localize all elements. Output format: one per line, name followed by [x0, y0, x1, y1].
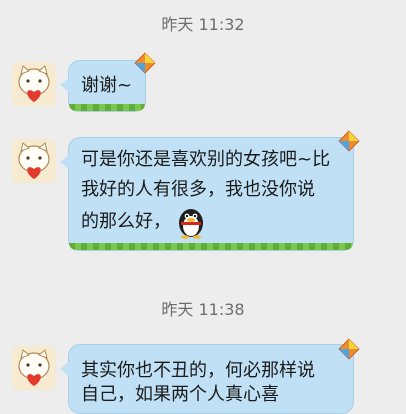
message-text-line: 其实你也不丑的，何必那样说: [81, 360, 315, 381]
message-text-line: 可是你还是喜欢别的女孩吧~比: [81, 149, 331, 170]
message-text-line: 自己，如果两个人真心喜: [81, 384, 279, 405]
message-bubble[interactable]: 可是你还是喜欢别的女孩吧~比 我好的人有很多，我也没你说 的那么好，: [60, 137, 354, 251]
avatar[interactable]: [12, 346, 56, 390]
kite-icon: [134, 52, 156, 74]
avatar[interactable]: [12, 62, 56, 106]
grass-decoration: [69, 243, 353, 250]
cat-avatar-icon: [18, 142, 50, 179]
message-timestamp: 昨天 11:38: [161, 300, 245, 319]
cat-avatar-icon: [18, 349, 50, 386]
grass-decoration: [69, 104, 145, 111]
message-text: 谢谢~: [81, 75, 133, 96]
cat-avatar-icon: [18, 65, 50, 102]
kite-icon: [338, 338, 360, 360]
message-timestamp: 昨天 11:32: [161, 15, 245, 34]
avatar[interactable]: [12, 139, 56, 183]
penguin-emoji-icon: [179, 209, 203, 239]
message-text-line: 我好的人有很多，我也没你说: [81, 179, 315, 200]
kite-icon: [338, 130, 360, 152]
message-text-line: 的那么好，: [81, 211, 171, 232]
